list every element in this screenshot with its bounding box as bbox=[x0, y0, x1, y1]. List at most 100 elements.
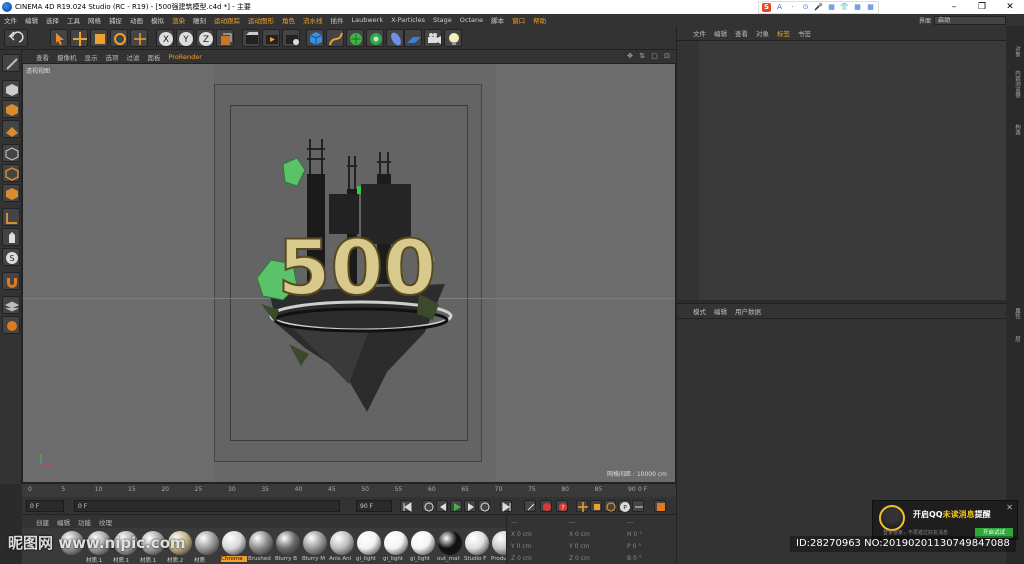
rotation-p-field[interactable]: P 0 ° bbox=[627, 543, 679, 550]
subdivision-surface-icon[interactable] bbox=[346, 29, 364, 47]
ime-punct-icon[interactable]: · bbox=[788, 3, 797, 12]
position-z-field[interactable]: Z 0 cm bbox=[511, 555, 563, 562]
minimize-button[interactable]: – bbox=[940, 0, 968, 14]
viewport-menu-filter[interactable]: 过滤 bbox=[123, 52, 144, 62]
menu-item-21[interactable]: 帮助 bbox=[529, 15, 550, 25]
object-menu-item-0[interactable]: 文件 bbox=[689, 28, 710, 38]
material-swatch[interactable] bbox=[276, 531, 300, 555]
undo-icon[interactable] bbox=[4, 29, 28, 47]
autokey-icon[interactable]: ? bbox=[556, 500, 568, 512]
coordinate-system-icon[interactable] bbox=[216, 29, 234, 47]
menu-item-16[interactable]: X-Particles bbox=[387, 16, 429, 24]
position-y-field[interactable]: Y 0 cm bbox=[511, 543, 563, 550]
menu-item-2[interactable]: 选择 bbox=[42, 15, 63, 25]
snap-icon[interactable]: S bbox=[2, 248, 20, 266]
rotation-b-field[interactable]: B 0 ° bbox=[627, 555, 679, 562]
menu-item-20[interactable]: 窗口 bbox=[508, 15, 529, 25]
y-axis-lock-icon[interactable]: Y bbox=[176, 29, 194, 47]
menu-item-15[interactable]: Laubwerk bbox=[348, 16, 388, 24]
render-view-icon[interactable] bbox=[242, 29, 260, 47]
point-mode-icon[interactable] bbox=[2, 144, 20, 162]
viewport-menu-cameras[interactable]: 摄像机 bbox=[53, 52, 81, 62]
ime-toolbar[interactable]: S A · ⊙ 🎤 ▦ 👕 ▦ ▦ bbox=[758, 1, 879, 14]
make-editable-icon[interactable] bbox=[2, 54, 20, 72]
menu-item-7[interactable]: 模拟 bbox=[147, 15, 168, 25]
tab-objects[interactable]: 对象 bbox=[1009, 46, 1021, 57]
deformer-icon[interactable] bbox=[386, 29, 404, 47]
axis-mode-icon[interactable] bbox=[2, 208, 20, 226]
edge-mode-icon[interactable] bbox=[2, 164, 20, 182]
preview-start-field[interactable]: 0 F bbox=[74, 500, 340, 512]
material-swatch[interactable] bbox=[249, 531, 273, 555]
polygon-mode-icon[interactable] bbox=[2, 184, 20, 202]
menu-item-19[interactable]: 脚本 bbox=[487, 15, 508, 25]
model-mode-icon[interactable] bbox=[2, 80, 20, 98]
menu-item-9[interactable]: 雕刻 bbox=[189, 15, 210, 25]
material-swatch[interactable] bbox=[411, 531, 435, 555]
ime-keyboard-icon[interactable]: ▦ bbox=[827, 3, 836, 12]
pen-spline-icon[interactable] bbox=[326, 29, 344, 47]
ime-skin-icon[interactable]: 👕 bbox=[840, 3, 849, 12]
rotation-h-field[interactable]: H 0 ° bbox=[627, 531, 679, 538]
attribute-menu-mode[interactable]: 模式 bbox=[689, 306, 710, 316]
material-menu-edit[interactable]: 编辑 bbox=[53, 517, 74, 527]
ime-emoji-icon[interactable]: ⊙ bbox=[801, 3, 810, 12]
material-swatch[interactable] bbox=[330, 531, 354, 555]
menu-item-14[interactable]: 插件 bbox=[327, 15, 348, 25]
ime-letter-icon[interactable]: A bbox=[775, 3, 784, 12]
keyframe-selection-icon[interactable] bbox=[524, 500, 536, 512]
object-menu-item-4[interactable]: 标签 bbox=[773, 28, 794, 38]
timeline-window-icon[interactable] bbox=[654, 500, 666, 512]
ime-voice-icon[interactable]: 🎤 bbox=[814, 3, 823, 12]
render-settings-icon[interactable] bbox=[282, 29, 300, 47]
material-swatch[interactable] bbox=[195, 531, 219, 555]
current-frame-field[interactable]: 0 F bbox=[26, 500, 64, 512]
preview-end-field[interactable]: 90 F bbox=[356, 500, 392, 512]
sogou-ime-icon[interactable]: S bbox=[762, 3, 771, 12]
ime-menu-icon[interactable]: ▦ bbox=[866, 3, 875, 12]
move-tool-icon[interactable] bbox=[70, 29, 88, 47]
material-menu-create[interactable]: 创建 bbox=[32, 517, 53, 527]
viewport-menu-options[interactable]: 选项 bbox=[102, 52, 123, 62]
goto-start-icon[interactable] bbox=[400, 500, 412, 512]
object-list[interactable] bbox=[699, 41, 1007, 300]
menu-item-0[interactable]: 文件 bbox=[0, 15, 21, 25]
maximize-button[interactable]: ❐ bbox=[968, 0, 996, 14]
record-key-icon[interactable] bbox=[540, 500, 552, 512]
tweak-mode-icon[interactable] bbox=[2, 228, 20, 246]
menu-item-13[interactable]: 流水线 bbox=[299, 15, 327, 25]
position-x-field[interactable]: X 0 cm bbox=[511, 531, 563, 538]
menu-item-18[interactable]: Octane bbox=[456, 16, 487, 24]
menu-item-1[interactable]: 编辑 bbox=[21, 15, 42, 25]
viewport-menu-display[interactable]: 显示 bbox=[81, 52, 102, 62]
attribute-menu-edit[interactable]: 编辑 bbox=[710, 306, 731, 316]
menu-item-12[interactable]: 角色 bbox=[278, 15, 299, 25]
tab-content-browser[interactable]: 内容浏览器 bbox=[1009, 70, 1021, 98]
z-axis-lock-icon[interactable]: Z bbox=[196, 29, 214, 47]
tab-attributes[interactable]: 属性 bbox=[1009, 308, 1021, 319]
menu-item-4[interactable]: 网格 bbox=[84, 15, 105, 25]
key-scale-icon[interactable] bbox=[590, 500, 602, 512]
menu-item-17[interactable]: Stage bbox=[429, 16, 456, 24]
render-to-picture-viewer-icon[interactable] bbox=[262, 29, 280, 47]
attribute-menu-userdata[interactable]: 用户数据 bbox=[731, 306, 765, 316]
timeline-ruler[interactable]: 0 5 10 15 20 25 30 35 40 45 50 55 60 65 70 75 80 85 90 0 F bbox=[22, 483, 676, 497]
menu-item-11[interactable]: 运动图形 bbox=[244, 15, 278, 25]
object-menu-item-2[interactable]: 查看 bbox=[731, 28, 752, 38]
goto-end-icon[interactable] bbox=[500, 500, 512, 512]
material-swatch[interactable] bbox=[384, 531, 408, 555]
material-swatch[interactable] bbox=[438, 531, 462, 555]
rotate-tool-icon[interactable] bbox=[110, 29, 128, 47]
object-menu-item-5[interactable]: 书签 bbox=[794, 28, 815, 38]
camera-icon[interactable] bbox=[424, 29, 442, 47]
menu-item-3[interactable]: 工具 bbox=[63, 15, 84, 25]
lock-workplane-icon[interactable] bbox=[2, 316, 20, 334]
cube-primitive-icon[interactable] bbox=[306, 29, 324, 47]
prev-frame-icon[interactable] bbox=[436, 500, 448, 512]
material-swatch[interactable] bbox=[357, 531, 381, 555]
menu-item-10[interactable]: 运动跟踪 bbox=[210, 15, 244, 25]
qq-close-icon[interactable]: ✕ bbox=[1006, 503, 1013, 512]
next-key-icon[interactable] bbox=[478, 500, 490, 512]
texture-mode-icon[interactable] bbox=[2, 100, 20, 118]
material-swatch[interactable] bbox=[222, 531, 246, 555]
